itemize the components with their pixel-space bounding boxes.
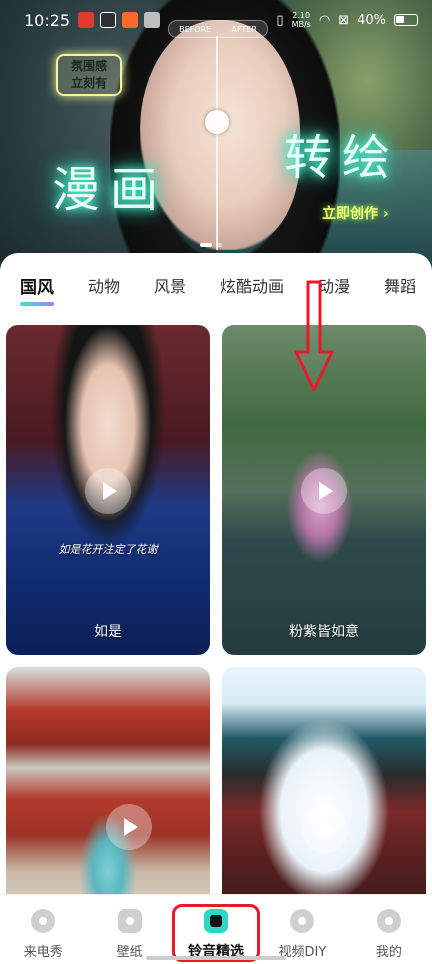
nav-label: 我的 xyxy=(375,945,402,960)
category-tabs: 国风 动物 风景 炫酷动画 动漫 舞蹈 xyxy=(0,253,432,317)
banner-right-title: 转绘 xyxy=(284,130,401,186)
battery-icon xyxy=(394,14,418,26)
sim-off-icon: ⊠ xyxy=(338,12,350,28)
tab-guofeng[interactable]: 国风 xyxy=(20,273,54,306)
notification-app-icon xyxy=(144,12,161,28)
vibrate-icon: ▯ xyxy=(276,12,284,28)
notification-app-icon xyxy=(100,12,117,28)
video-card[interactable] xyxy=(222,667,426,907)
status-right-group: ▯ 2.10 MB/s ◠ ⊠ 40% xyxy=(276,11,418,29)
banner-left-title: 漫画 xyxy=(52,162,169,218)
play-icon[interactable] xyxy=(301,468,347,514)
status-time: 10:25 xyxy=(24,10,71,30)
network-speed: 2.10 MB/s xyxy=(292,11,311,29)
content-panel: 国风 动物 风景 炫酷动画 动漫 舞蹈 如是花开注定了花谢 如是 粉紫皆如意 xyxy=(0,253,432,964)
nav-item-video-diy[interactable]: 视频DIY xyxy=(259,895,345,964)
play-icon[interactable] xyxy=(106,804,152,850)
nav-label: 来电秀 xyxy=(23,945,63,960)
play-icon[interactable] xyxy=(302,807,348,853)
card-title: 如是 xyxy=(94,624,122,640)
banner-dot xyxy=(216,243,222,247)
tab-scenery[interactable]: 风景 xyxy=(154,273,186,297)
tab-dance[interactable]: 舞蹈 xyxy=(384,273,416,297)
card-title: 粉紫皆如意 xyxy=(289,624,359,640)
video-thumbnail xyxy=(6,667,210,907)
annotation-arrow-icon xyxy=(294,280,334,392)
video-diy-icon xyxy=(290,909,315,933)
profile-icon xyxy=(376,909,401,933)
video-thumbnail xyxy=(222,667,426,907)
neon-tag: 氛围感 立刻有 xyxy=(56,54,122,96)
tab-animals[interactable]: 动物 xyxy=(88,273,120,297)
play-icon[interactable] xyxy=(85,468,131,514)
before-after-handle[interactable] xyxy=(205,110,229,134)
video-card[interactable] xyxy=(6,667,210,907)
status-bar: 10:25 ▯ 2.10 MB/s ◠ ⊠ 40% xyxy=(0,0,432,40)
neon-tag-line1: 氛围感 xyxy=(70,59,107,73)
wifi-icon: ◠ xyxy=(318,12,331,28)
nav-item-wallpaper[interactable]: 壁纸 xyxy=(86,895,172,964)
card-subtitle: 如是花开注定了花谢 xyxy=(58,543,158,556)
banner-dot-active xyxy=(200,243,212,247)
notification-app-icon xyxy=(78,12,95,28)
banner-pagination xyxy=(200,243,222,247)
network-speed-value: 2.10 xyxy=(292,11,311,20)
nav-item-caller-show[interactable]: 来电秀 xyxy=(0,895,86,964)
before-after-divider[interactable] xyxy=(216,36,218,250)
video-card[interactable]: 如是花开注定了花谢 如是 xyxy=(6,325,210,655)
annotation-highlight-box xyxy=(172,904,260,962)
network-speed-unit: MB/s xyxy=(291,20,311,29)
notification-app-icon xyxy=(122,12,139,28)
caller-show-icon xyxy=(31,909,56,933)
neon-tag-line2: 立刻有 xyxy=(70,76,107,90)
promo-banner[interactable]: BEFORE AFTER 氛围感 立刻有 漫画 转绘 立即创作 › xyxy=(0,0,432,270)
wallpaper-icon xyxy=(117,909,142,933)
nav-item-profile[interactable]: 我的 xyxy=(346,895,432,964)
home-indicator[interactable] xyxy=(146,956,286,960)
battery-percent: 40% xyxy=(357,12,386,28)
nav-label: 壁纸 xyxy=(116,945,143,960)
tab-cool-animation[interactable]: 炫酷动画 xyxy=(220,273,284,297)
create-now-link[interactable]: 立即创作 › xyxy=(322,203,389,223)
